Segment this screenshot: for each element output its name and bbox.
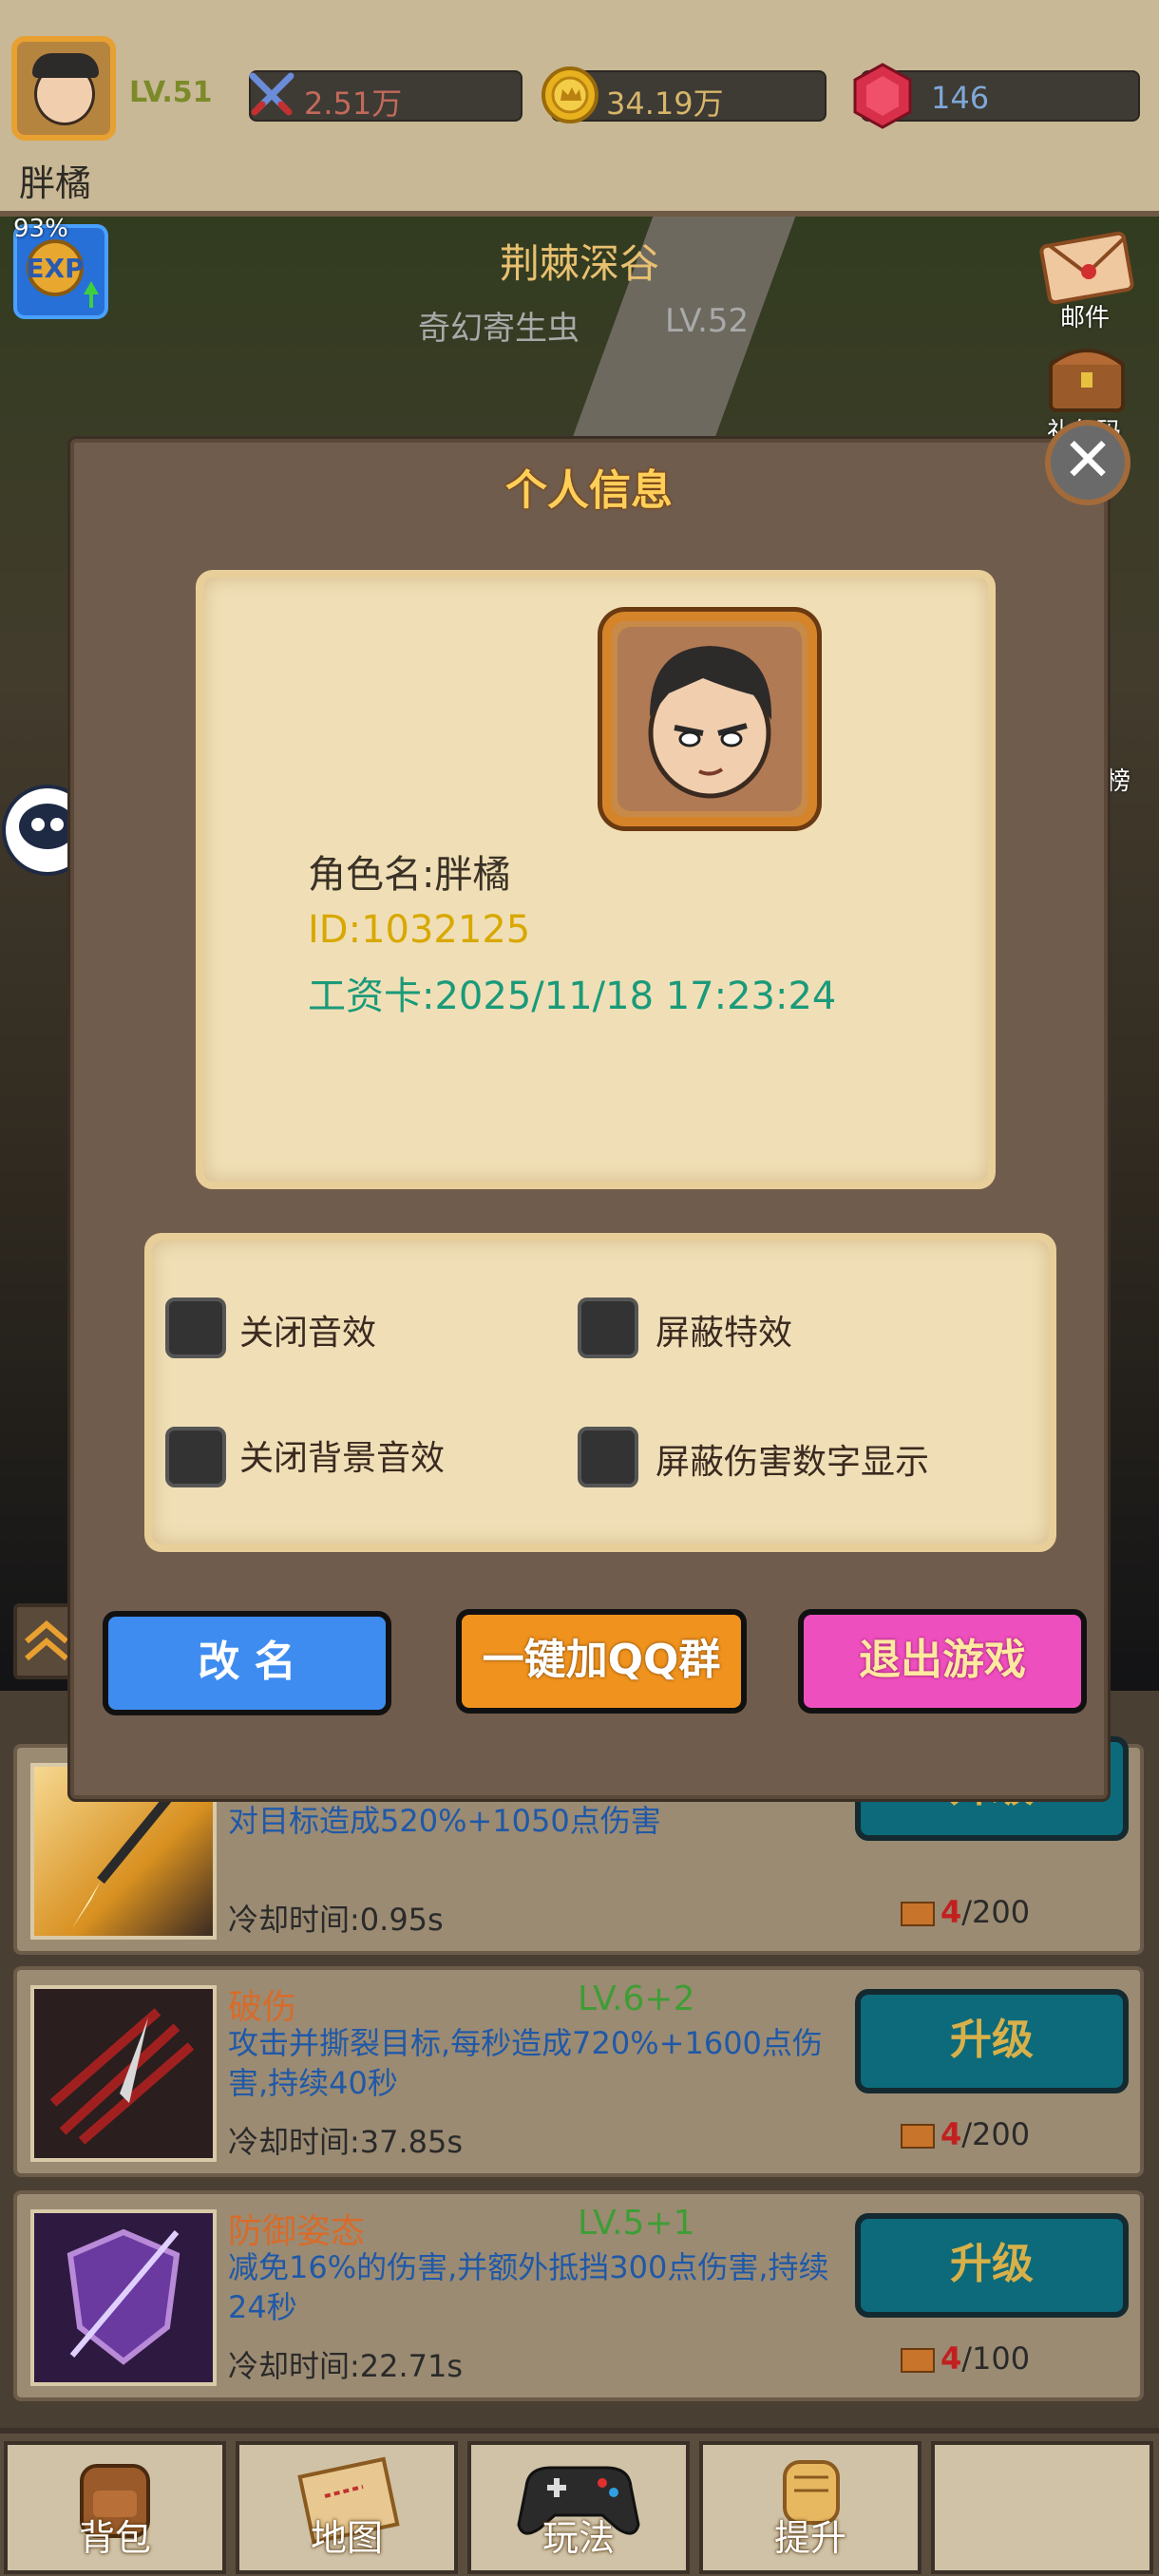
cost-have: 4	[940, 1894, 962, 1930]
nav-tab-map[interactable]: 地图	[236, 2441, 458, 2574]
skill-list: 对目标造成520%+1050点伤害 冷却时间:0.95s 升级 4/200 破伤…	[0, 1691, 1159, 2428]
mute-bgm-checkbox[interactable]	[165, 1427, 226, 1487]
skill-book-icon	[901, 1902, 935, 1926]
shield-icon	[66, 2228, 180, 2365]
exp-percent: 93%	[13, 215, 68, 243]
monster-level: LV.52	[665, 302, 750, 340]
cost-need: /200	[961, 2116, 1031, 2152]
hide-effects-label: 屏蔽特效	[656, 1314, 793, 1353]
skill-icon-rend	[30, 1985, 217, 2162]
red-gem-icon	[853, 63, 912, 129]
nav-tab-play[interactable]: 玩法	[467, 2441, 690, 2574]
skill-description: 对目标造成520%+1050点伤害	[228, 1803, 661, 1839]
hide-effects-checkbox[interactable]	[578, 1297, 638, 1358]
skill-description: 减免16%的伤害,并额外抵挡300点伤害,持续24秒	[228, 2249, 829, 2325]
cost-have: 4	[940, 2340, 962, 2377]
skill-book-icon	[901, 2124, 935, 2149]
player-level: LV.51	[129, 76, 213, 109]
svg-text:EXP: EXP	[26, 253, 84, 284]
close-icon: ✕	[1062, 426, 1113, 496]
cost-have: 4	[940, 2116, 962, 2152]
nav-label-upgrade: 提升	[773, 2517, 846, 2559]
skill-card: 防御姿态 LV.5+1 减免16%的伤害,并额外抵挡300点伤害,持续24秒 冷…	[13, 2190, 1144, 2401]
upgrade-button[interactable]: 升级	[855, 2213, 1129, 2318]
gem-value: 146	[931, 80, 990, 116]
gold-value: 34.19万	[606, 85, 724, 122]
personal-info-dialog: 个人信息 角色名:胖橘 ID:1032125 工资卡:2025/11/18 17…	[70, 439, 1108, 1799]
nav-label-play: 玩法	[542, 2517, 615, 2559]
nav-tab-bag[interactable]: 背包	[4, 2441, 226, 2574]
mute-sfx-label: 关闭音效	[239, 1314, 377, 1353]
chevron-up-icon	[25, 1620, 68, 1661]
gem-display: 146	[853, 63, 1140, 129]
bottom-navigation: 背包 地图 玩法 提升	[0, 2428, 1159, 2576]
hide-damage-numbers-checkbox[interactable]	[578, 1427, 638, 1487]
skill-name: 破伤	[228, 1988, 297, 2027]
join-qq-group-button[interactable]: 一键加QQ群	[456, 1609, 747, 1714]
mute-sfx-checkbox[interactable]	[165, 1297, 226, 1358]
power-value: 2.51万	[304, 85, 403, 122]
nav-tab-empty	[931, 2441, 1153, 2574]
skill-level: LV.6+2	[578, 1979, 695, 2018]
cost-need: /200	[961, 1894, 1031, 1930]
skill-cooldown: 冷却时间:0.95s	[228, 1902, 444, 1938]
claw-slash-icon	[49, 2008, 195, 2145]
skill-description: 攻击并撕裂目标,每秒造成720%+1600点伤害,持续40秒	[228, 2025, 823, 2101]
role-name: 角色名:胖橘	[308, 853, 511, 897]
stage-name: 荆棘深谷	[499, 240, 659, 287]
monster-name: 奇幻寄生虫	[418, 310, 580, 348]
nav-tab-upgrade[interactable]: 提升	[699, 2441, 922, 2574]
mail-button[interactable]: 邮件	[1039, 230, 1144, 332]
skill-cooldown: 冷却时间:22.71s	[228, 2348, 464, 2384]
rename-button[interactable]: 改 名	[103, 1611, 391, 1715]
cost-need: /100	[961, 2340, 1031, 2377]
settings-panel: 关闭音效 屏蔽特效 关闭背景音效 屏蔽伤害数字显示	[144, 1233, 1056, 1552]
skill-icon-defense	[30, 2209, 217, 2386]
upgrade-button[interactable]: 升级	[855, 1989, 1129, 2093]
skill-cooldown: 冷却时间:37.85s	[228, 2124, 464, 2160]
hide-damage-numbers-label: 屏蔽伤害数字显示	[656, 1443, 930, 1482]
crossed-swords-icon	[249, 72, 294, 116]
nav-label-map: 地图	[310, 2517, 383, 2559]
close-dialog-button[interactable]: ✕	[1045, 420, 1130, 505]
character-portrait-icon	[618, 627, 802, 811]
profile-avatar	[602, 612, 817, 826]
treasure-chest-icon	[1049, 349, 1125, 412]
player-name: 胖橘	[19, 162, 92, 204]
skill-name: 防御姿态	[228, 2212, 366, 2251]
exit-game-button[interactable]: 退出游戏	[798, 1609, 1087, 1714]
nav-label-bag: 背包	[78, 2517, 151, 2559]
mute-bgm-label: 关闭背景音效	[239, 1439, 446, 1478]
upgrade-cost: 4/200	[901, 2116, 1030, 2152]
power-display: 2.51万	[249, 70, 522, 122]
gold-display: 34.19万	[542, 66, 826, 123]
skill-level: LV.5+1	[578, 2204, 695, 2243]
mail-label: 邮件	[1060, 304, 1111, 332]
skill-book-icon	[901, 2348, 935, 2373]
dialog-title: 个人信息	[505, 466, 673, 515]
mail-icon	[1039, 231, 1134, 305]
rank-label: 榜	[1106, 767, 1131, 796]
top-status-bar: LV.51 胖橘 2.51万 34.19万 146	[0, 0, 1159, 217]
gold-coin-icon	[542, 66, 598, 123]
player-id: ID:1032125	[308, 908, 531, 952]
upgrade-cost: 4/200	[901, 1894, 1030, 1930]
salary-card: 工资卡:2025/11/18 17:23:24	[308, 975, 837, 1018]
skill-card: 破伤 LV.6+2 攻击并撕裂目标,每秒造成720%+1600点伤害,持续40秒…	[13, 1966, 1144, 2177]
upgrade-cost: 4/100	[901, 2340, 1030, 2377]
player-avatar[interactable]	[11, 36, 116, 141]
profile-card: 角色名:胖橘 ID:1032125 工资卡:2025/11/18 17:23:2…	[196, 570, 996, 1189]
